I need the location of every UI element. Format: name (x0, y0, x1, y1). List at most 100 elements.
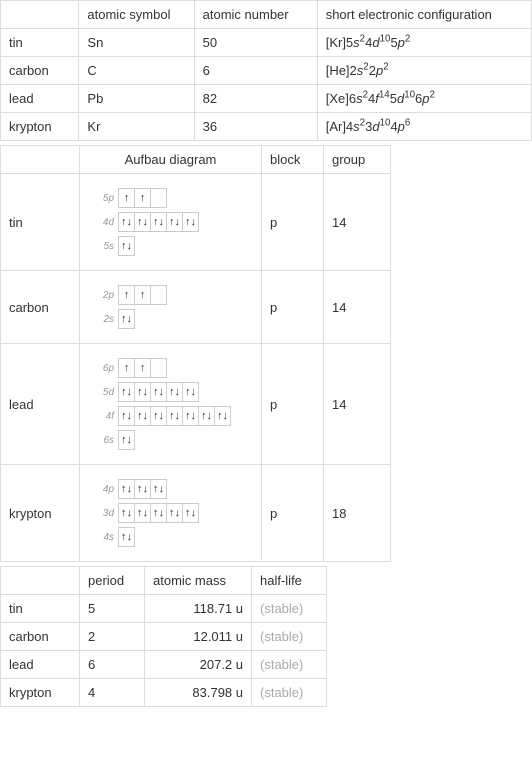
orbital-label: 3d (96, 508, 114, 519)
table-row: tin5p↑↑4d↑↓↑↓↑↓↑↓↑↓5s↑↓p14 (1, 174, 391, 271)
group: 14 (324, 271, 391, 344)
orbital-box: ↑↓ (182, 406, 199, 426)
orbital-row: 4s↑↓ (96, 527, 245, 547)
table-atomic-info: atomic symbol atomic number short electr… (0, 0, 532, 141)
orbital-label: 5s (96, 241, 114, 252)
orbital-label: 4f (96, 411, 114, 422)
element-name: lead (1, 344, 80, 465)
atomic-number: 36 (194, 113, 317, 141)
orbital-row: 5d↑↓↑↓↑↓↑↓↑↓ (96, 382, 245, 402)
aufbau-cell: 2p↑↑2s↑↓ (80, 271, 262, 344)
aufbau-diagram: 6p↑↑5d↑↓↑↓↑↓↑↓↑↓4f↑↓↑↓↑↓↑↓↑↓↑↓↑↓6s↑↓ (88, 350, 253, 458)
element-symbol: C (79, 57, 194, 85)
orbital-boxes: ↑↓↑↓↑↓ (118, 479, 166, 499)
table-row: krypton483.798 u(stable) (1, 679, 327, 707)
orbital-box: ↑↓ (214, 406, 231, 426)
table-aufbau: Aufbau diagram block group tin5p↑↑4d↑↓↑↓… (0, 145, 391, 562)
orbital-box: ↑↓ (118, 527, 135, 547)
atomic-mass: 83.798 u (145, 679, 252, 707)
orbital-box: ↑↓ (118, 503, 135, 523)
block: p (262, 174, 324, 271)
half-life: (stable) (252, 679, 327, 707)
orbital-boxes: ↑↑ (118, 358, 166, 378)
element-name: krypton (1, 465, 80, 562)
table-header-row: Aufbau diagram block group (1, 146, 391, 174)
aufbau-diagram: 5p↑↑4d↑↓↑↓↑↓↑↓↑↓5s↑↓ (88, 180, 253, 264)
header-mass: atomic mass (145, 567, 252, 595)
atomic-number: 6 (194, 57, 317, 85)
element-name: tin (1, 595, 80, 623)
electron-config: [Xe]6s24f145d106p2 (317, 85, 531, 113)
electron-config: [He]2s22p2 (317, 57, 531, 85)
atomic-number: 50 (194, 29, 317, 57)
orbital-box: ↑ (134, 285, 151, 305)
element-name: carbon (1, 271, 80, 344)
orbital-box: ↑↓ (182, 212, 199, 232)
element-name: lead (1, 85, 79, 113)
orbital-box: ↑↓ (150, 212, 167, 232)
half-life: (stable) (252, 651, 327, 679)
block: p (262, 465, 324, 562)
element-symbol: Pb (79, 85, 194, 113)
aufbau-cell: 5p↑↑4d↑↓↑↓↑↓↑↓↑↓5s↑↓ (80, 174, 262, 271)
table-header-row: period atomic mass half-life (1, 567, 327, 595)
orbital-row: 6p ↑↑ (96, 358, 245, 378)
orbital-row: 2s↑↓ (96, 309, 245, 329)
period: 5 (80, 595, 145, 623)
table-row: tin5118.71 u(stable) (1, 595, 327, 623)
orbital-box: ↑↓ (182, 503, 199, 523)
header-halflife: half-life (252, 567, 327, 595)
header-block: block (262, 146, 324, 174)
orbital-box: ↑ (134, 358, 151, 378)
orbital-box: ↑↓ (118, 309, 135, 329)
table-row: carbon2p↑↑2s↑↓p14 (1, 271, 391, 344)
period: 4 (80, 679, 145, 707)
empty-header (1, 1, 79, 29)
element-name: carbon (1, 57, 79, 85)
orbital-box: ↑↓ (118, 430, 135, 450)
table-header-row: atomic symbol atomic number short electr… (1, 1, 532, 29)
header-period: period (80, 567, 145, 595)
header-group: group (324, 146, 391, 174)
group: 18 (324, 465, 391, 562)
orbital-boxes: ↑↑ (118, 188, 166, 208)
empty-header (1, 146, 80, 174)
electron-config: [Kr]5s24d105p2 (317, 29, 531, 57)
orbital-row: 5s ↑↓ (96, 236, 245, 256)
orbital-box: ↑ (118, 188, 135, 208)
group: 14 (324, 174, 391, 271)
atomic-mass: 12.011 u (145, 623, 252, 651)
element-name: carbon (1, 623, 80, 651)
aufbau-cell: 6p↑↑5d↑↓↑↓↑↓↑↓↑↓4f↑↓↑↓↑↓↑↓↑↓↑↓↑↓6s↑↓ (80, 344, 262, 465)
orbital-row: 5p ↑↑ (96, 188, 245, 208)
orbital-box: ↑↓ (166, 382, 183, 402)
orbital-box: ↑↓ (134, 503, 151, 523)
orbital-boxes: ↑↑ (118, 285, 166, 305)
element-name: lead (1, 651, 80, 679)
orbital-boxes: ↑↓ (118, 236, 134, 256)
half-life: (stable) (252, 623, 327, 651)
orbital-box: ↑↓ (198, 406, 215, 426)
orbital-label: 6p (96, 363, 114, 374)
table-row: carbonC6[He]2s22p2 (1, 57, 532, 85)
orbital-box: ↑↓ (150, 406, 167, 426)
header-atomic-number: atomic number (194, 1, 317, 29)
orbital-boxes: ↑↓↑↓↑↓↑↓↑↓↑↓↑↓ (118, 406, 230, 426)
orbital-row: 4f ↑↓↑↓↑↓↑↓↑↓↑↓↑↓ (96, 406, 245, 426)
block: p (262, 344, 324, 465)
orbital-box: ↑↓ (166, 406, 183, 426)
orbital-box (150, 285, 167, 305)
table-period-mass: period atomic mass half-life tin5118.71 … (0, 566, 327, 707)
orbital-box: ↑↓ (134, 212, 151, 232)
table-row: krypton4p↑↓↑↓↑↓3d↑↓↑↓↑↓↑↓↑↓4s↑↓p18 (1, 465, 391, 562)
atomic-mass: 118.71 u (145, 595, 252, 623)
table-row: leadPb82[Xe]6s24f145d106p2 (1, 85, 532, 113)
orbital-label: 5p (96, 193, 114, 204)
element-name: tin (1, 174, 80, 271)
table-row: lead6207.2 u(stable) (1, 651, 327, 679)
orbital-box: ↑↓ (150, 382, 167, 402)
orbital-row: 6s↑↓ (96, 430, 245, 450)
atomic-number: 82 (194, 85, 317, 113)
orbital-boxes: ↑↓ (118, 430, 134, 450)
half-life: (stable) (252, 595, 327, 623)
